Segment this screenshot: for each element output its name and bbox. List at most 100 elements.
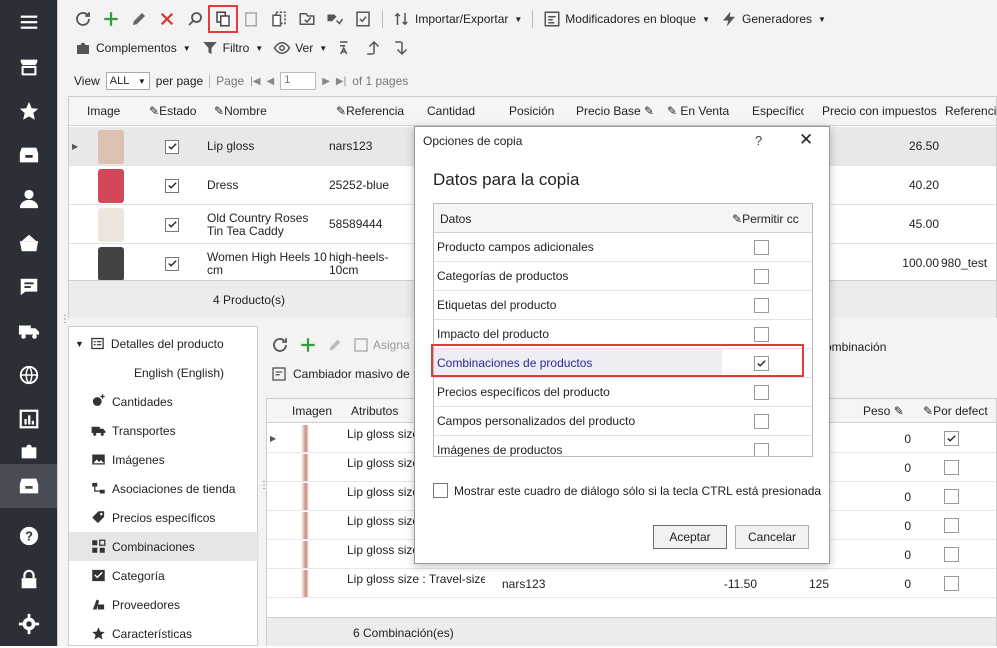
- addons-button[interactable]: Complementos ▼: [70, 36, 195, 60]
- details-item[interactable]: Precios específicos: [69, 503, 259, 532]
- comb-col-weight[interactable]: Peso ✎: [863, 404, 904, 418]
- next-page-icon[interactable]: ▶: [322, 76, 330, 87]
- ctrl-option[interactable]: Mostrar este cuadro de diálogo sólo si l…: [433, 483, 821, 498]
- details-item[interactable]: Categoría: [69, 561, 259, 590]
- assign-button[interactable]: Asigna: [353, 337, 410, 353]
- assign-button[interactable]: [322, 7, 348, 31]
- details-item[interactable]: Imágenes: [69, 445, 259, 474]
- default-checkbox[interactable]: [944, 569, 959, 598]
- paste-button[interactable]: [238, 7, 264, 31]
- col-status[interactable]: ✎Estado: [149, 97, 196, 126]
- copy-item-checkbox[interactable]: [754, 269, 769, 284]
- refresh-button[interactable]: [70, 7, 96, 31]
- settings-icon[interactable]: [0, 602, 57, 646]
- default-checkbox[interactable]: [944, 424, 959, 453]
- copy-button[interactable]: [208, 5, 238, 33]
- comb-col-image[interactable]: Imagen: [292, 404, 332, 418]
- box-icon[interactable]: [0, 133, 57, 177]
- comb-col-attributes[interactable]: Atributos: [351, 404, 398, 418]
- details-item[interactable]: Proveedores: [69, 590, 259, 619]
- check-button[interactable]: [350, 7, 376, 31]
- copy-item-checkbox[interactable]: [754, 327, 769, 342]
- move-up-button[interactable]: [361, 36, 387, 60]
- import-export-button[interactable]: Importar/Exportar ▼: [389, 7, 526, 31]
- combination-button[interactable]: ombinación: [825, 340, 886, 354]
- page-size-select[interactable]: ALL ▼: [105, 72, 150, 90]
- details-item[interactable]: Asociaciones de tienda: [69, 474, 259, 503]
- last-page-icon[interactable]: ▶|: [336, 76, 346, 87]
- close-icon[interactable]: ✕: [799, 130, 813, 150]
- col-on-sale[interactable]: ✎ En Venta: [667, 97, 729, 126]
- user-icon[interactable]: [0, 177, 57, 221]
- table-row[interactable]: Lip gloss size : Travel-size, nars123 -11.…: [267, 569, 996, 598]
- bulk-modifiers-button[interactable]: Modificadores en bloque ▼: [539, 7, 714, 31]
- status-checkbox[interactable]: [165, 244, 179, 283]
- col-reference2[interactable]: Referencia: [945, 97, 997, 126]
- col-name[interactable]: ✎Nombre: [214, 97, 267, 126]
- col-base-price[interactable]: Precio Base ✎: [576, 97, 654, 126]
- details-item[interactable]: Cantidades: [69, 387, 259, 416]
- view-button[interactable]: Ver ▼: [269, 36, 331, 60]
- edit-button[interactable]: [126, 7, 152, 31]
- comb-col-default[interactable]: ✎Por defect: [923, 404, 988, 418]
- copy-item-checkbox[interactable]: [754, 385, 769, 400]
- filter-button[interactable]: Filtro ▼: [197, 36, 268, 60]
- col-price-tax[interactable]: Precio con impuestos: [822, 97, 937, 126]
- default-checkbox[interactable]: [944, 482, 959, 511]
- splitter-handle[interactable]: ⋮: [60, 315, 70, 325]
- stats-icon[interactable]: [0, 397, 57, 441]
- copy-list-item[interactable]: Precios específicos del producto: [434, 378, 812, 407]
- col-position[interactable]: Posición: [509, 97, 554, 126]
- details-item[interactable]: Transportes: [69, 416, 259, 445]
- language-selector[interactable]: English (English): [134, 358, 254, 387]
- splitter-handle-vertical[interactable]: ⋮: [259, 480, 269, 491]
- status-checkbox[interactable]: [165, 166, 179, 205]
- copy-col-data[interactable]: Datos: [440, 212, 471, 226]
- add-button[interactable]: [98, 7, 124, 31]
- truck-icon[interactable]: [0, 309, 57, 353]
- basket-icon[interactable]: [0, 221, 57, 265]
- message-icon[interactable]: [0, 265, 57, 309]
- details-header[interactable]: ▼ Detalles del producto: [75, 329, 265, 358]
- default-checkbox[interactable]: [944, 540, 959, 569]
- prev-page-icon[interactable]: ◀: [267, 76, 275, 87]
- ctrl-checkbox[interactable]: [433, 483, 448, 498]
- default-checkbox[interactable]: [944, 511, 959, 540]
- col-image[interactable]: Imagen: [87, 97, 121, 126]
- products-icon[interactable]: [0, 464, 57, 508]
- status-checkbox[interactable]: [165, 127, 179, 166]
- star-icon[interactable]: [0, 89, 57, 133]
- col-specific[interactable]: Específico: [752, 97, 804, 126]
- copy-item-checkbox[interactable]: [754, 240, 769, 255]
- move-category-button[interactable]: [294, 7, 320, 31]
- search-button[interactable]: [182, 7, 208, 31]
- mass-changer-button[interactable]: Cambiador masivo de: [271, 366, 410, 382]
- col-quantity[interactable]: Cantidad: [427, 97, 475, 126]
- col-reference[interactable]: ✎Referencia: [336, 97, 404, 126]
- copy-list-item[interactable]: Producto campos adicionales: [434, 233, 812, 262]
- details-item[interactable]: Combinaciones: [69, 532, 259, 561]
- sort-az-button[interactable]: [333, 36, 359, 60]
- generators-button[interactable]: Generadores ▼: [716, 7, 830, 31]
- menu-icon[interactable]: [0, 0, 57, 44]
- puzzle-icon[interactable]: [0, 441, 57, 461]
- help-button[interactable]: ?: [755, 133, 762, 148]
- copy-item-checkbox[interactable]: [754, 414, 769, 429]
- help-icon[interactable]: ?: [0, 514, 57, 558]
- copy-list-item[interactable]: Categorías de productos: [434, 262, 812, 291]
- store-icon[interactable]: [0, 45, 57, 89]
- accept-button[interactable]: Aceptar: [653, 525, 727, 549]
- copy-list-item[interactable]: Campos personalizados del producto: [434, 407, 812, 436]
- globe-icon[interactable]: [0, 353, 57, 397]
- copy-item-checkbox[interactable]: [754, 298, 769, 313]
- duplicate-button[interactable]: [266, 7, 292, 31]
- copy-list-item[interactable]: Etiquetas del producto: [434, 291, 812, 320]
- lock-icon[interactable]: [0, 558, 57, 602]
- delete-button[interactable]: [154, 7, 180, 31]
- copy-item-checkbox[interactable]: [754, 443, 769, 456]
- default-checkbox[interactable]: [944, 453, 959, 482]
- copy-list-item[interactable]: Imágenes de productos: [434, 436, 812, 456]
- copy-col-allow[interactable]: ✎Permitir cc: [732, 212, 799, 226]
- status-checkbox[interactable]: [165, 205, 179, 244]
- cancel-button[interactable]: Cancelar: [735, 525, 809, 549]
